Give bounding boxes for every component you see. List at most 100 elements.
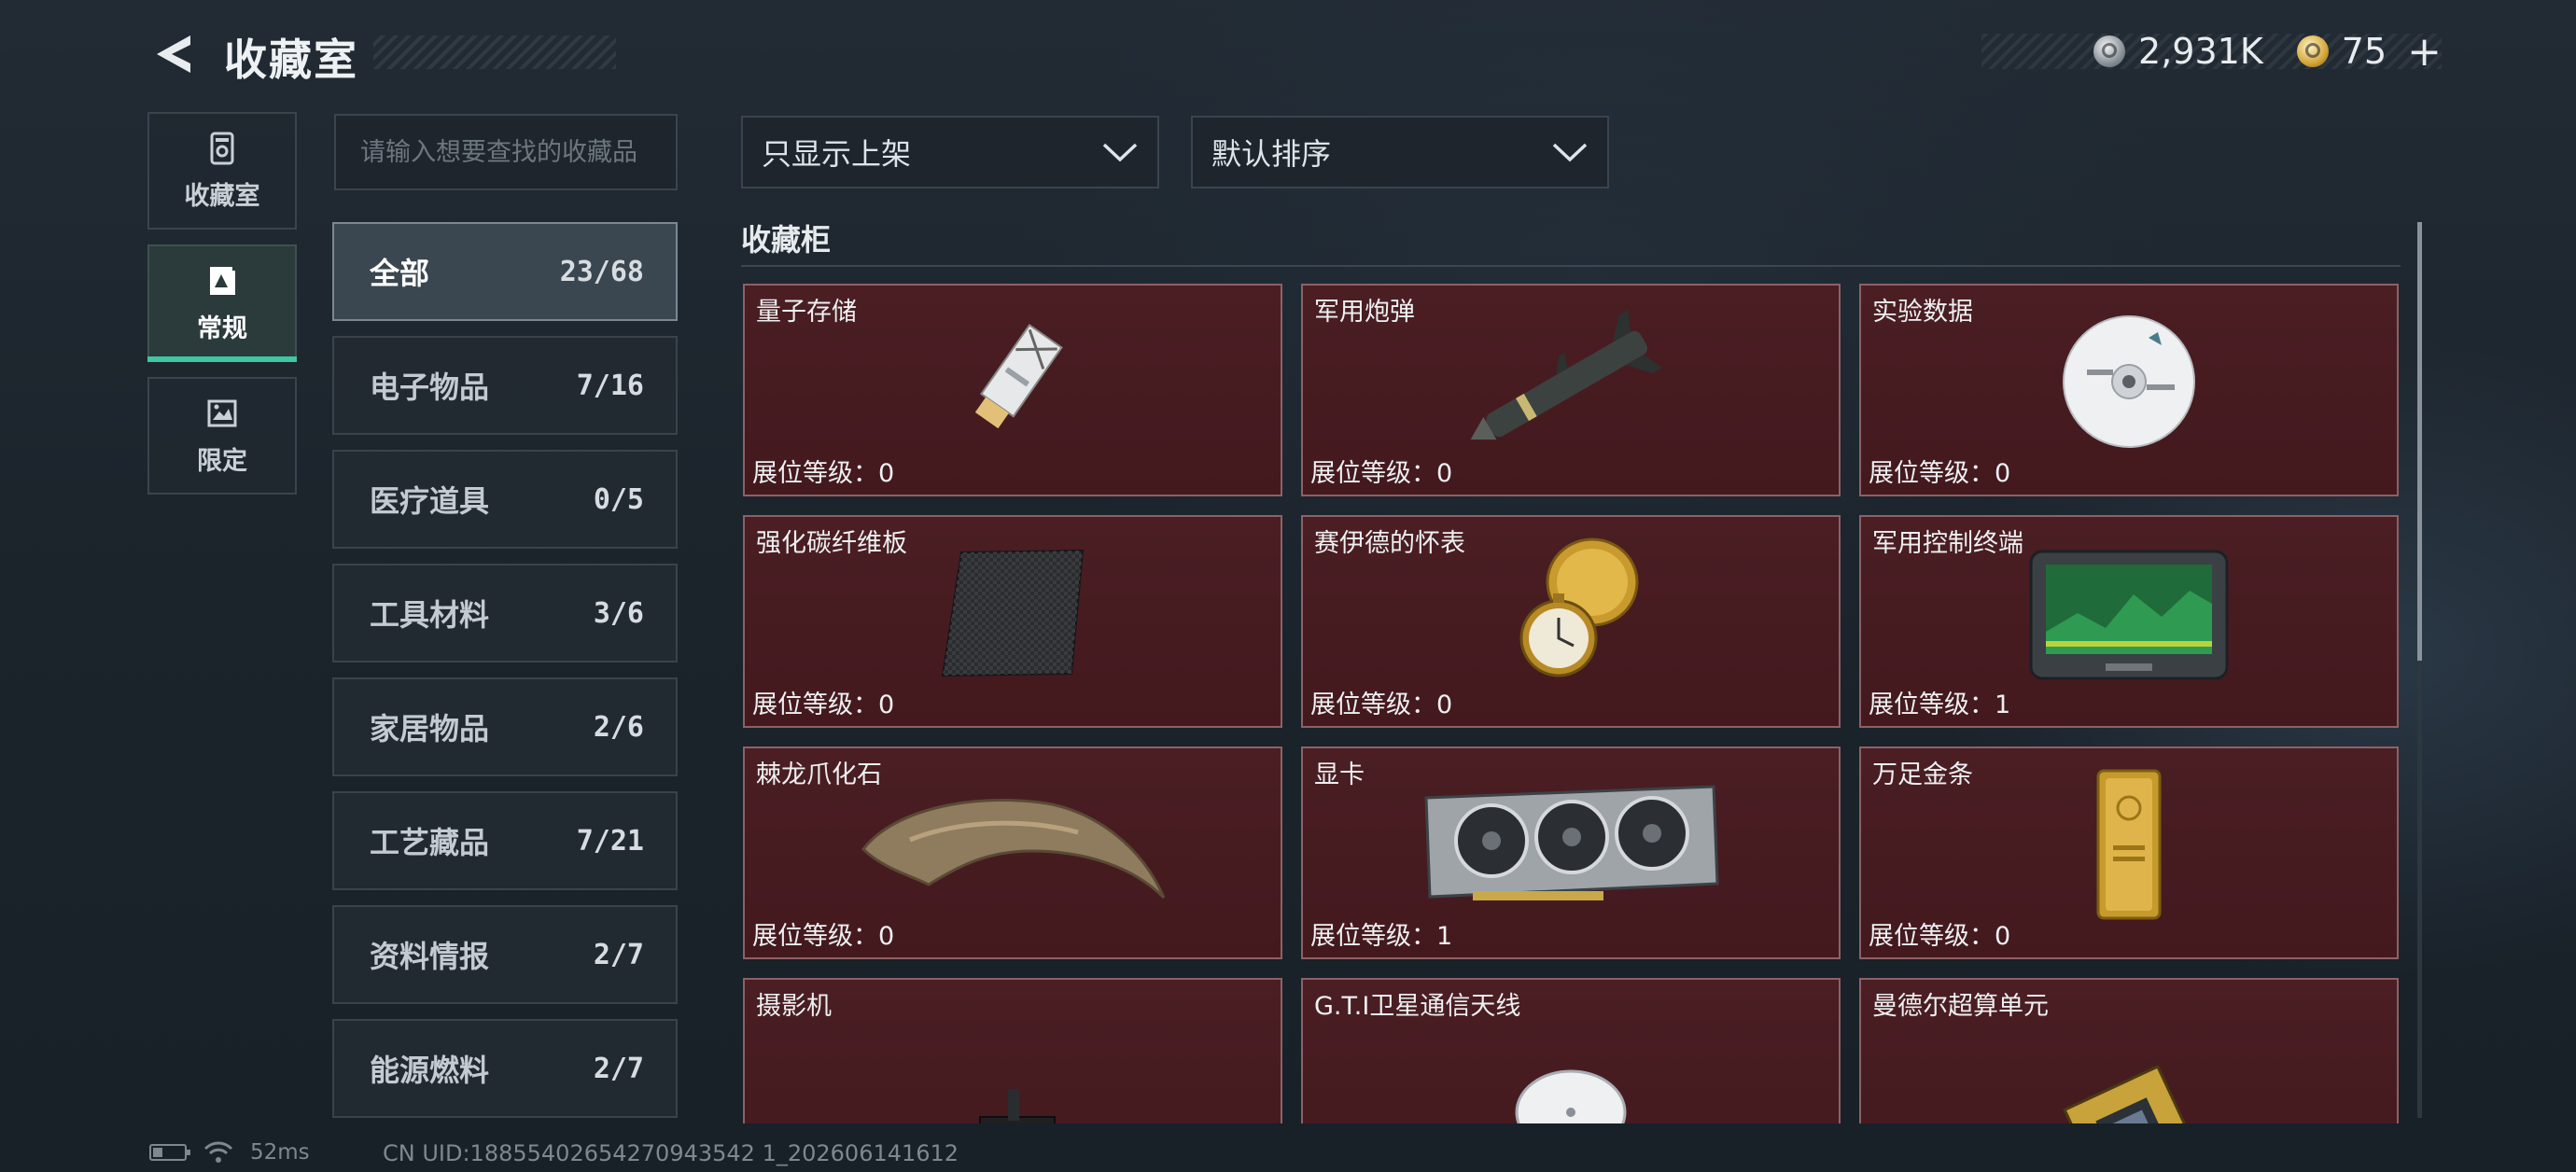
item-level: 展位等级：1	[1869, 691, 2011, 719]
item-name: 显卡	[1314, 760, 1365, 789]
camera-icon	[979, 1088, 1056, 1123]
shelf-filter-dropdown[interactable]: 只显示上架	[741, 116, 1159, 188]
military-shell-icon	[1470, 309, 1662, 440]
item-level: 展位等级：1	[1310, 922, 1453, 951]
regular-icon	[210, 266, 235, 295]
ping-value: 52ms	[250, 1140, 310, 1165]
item-card[interactable]: 赛伊德的怀表 展位等级：0	[1301, 515, 1841, 728]
category-count: 2/6	[593, 710, 644, 744]
category-label: 医疗道具	[370, 483, 490, 519]
category-count: 2/7	[593, 1052, 644, 1085]
item-name: 军用炮弹	[1314, 298, 1415, 327]
battery-icon	[149, 1144, 190, 1161]
category-tools[interactable]: 工具材料 3/6	[332, 564, 678, 663]
item-card[interactable]: 军用炮弹 展位等级：0	[1301, 284, 1841, 496]
category-household[interactable]: 家居物品 2/6	[332, 677, 678, 776]
item-level: 展位等级：0	[1869, 459, 2011, 488]
search-box[interactable]	[334, 114, 678, 190]
item-card[interactable]: 棘龙爪化石 展位等级：0	[743, 746, 1282, 959]
category-label: 能源燃料	[370, 1053, 490, 1088]
item-level: 展位等级：0	[752, 922, 895, 951]
collection-room-icon	[210, 132, 234, 164]
nav-collection-room[interactable]: 收藏室	[147, 112, 297, 230]
nav-limited[interactable]: 限定	[147, 377, 297, 495]
sort-dropdown[interactable]: 默认排序	[1191, 116, 1609, 188]
item-name: 强化碳纤维板	[756, 529, 907, 558]
nav-regular[interactable]: 常规	[147, 244, 297, 362]
silver-coin-icon	[2093, 35, 2126, 67]
item-card[interactable]: 实验数据 展位等级：0	[1859, 284, 2399, 496]
category-electronics[interactable]: 电子物品 7/16	[332, 336, 678, 435]
section-title: 收藏柜	[741, 222, 832, 258]
item-name: G.T.I卫星通信天线	[1314, 992, 1521, 1021]
item-level: 展位等级：0	[1310, 459, 1453, 488]
back-arrow-icon	[157, 35, 190, 73]
pocket-watch-icon	[1519, 537, 1639, 677]
category-label: 资料情报	[370, 939, 490, 974]
currency-bar: 2,931K 75 +	[1981, 28, 2442, 76]
nav-label: 常规	[197, 314, 247, 343]
scrollbar[interactable]	[2417, 222, 2422, 1118]
category-label: 工具材料	[370, 597, 490, 633]
category-medical[interactable]: 医疗道具 0/5	[332, 450, 678, 549]
item-card[interactable]: 军用控制终端 展位等级：1	[1859, 515, 2399, 728]
category-label: 工艺藏品	[370, 825, 490, 860]
back-button[interactable]	[149, 32, 198, 77]
satellite-antenna-icon	[1515, 1069, 1627, 1123]
category-count: 7/16	[576, 369, 644, 402]
item-name: 量子存储	[756, 298, 857, 327]
limited-icon	[207, 399, 237, 426]
gold-coin-icon	[2296, 35, 2329, 67]
supercomputer-unit-icon	[2063, 1065, 2199, 1123]
section-divider	[741, 265, 2401, 267]
item-name: 摄影机	[756, 992, 832, 1021]
category-count: 3/6	[593, 596, 644, 630]
item-name: 万足金条	[1872, 760, 1973, 789]
category-crafts[interactable]: 工艺藏品 7/21	[332, 791, 678, 890]
item-card[interactable]: 强化碳纤维板 展位等级：0	[743, 515, 1282, 728]
item-card[interactable]: 显卡 展位等级：1	[1301, 746, 1841, 959]
item-name: 赛伊德的怀表	[1314, 529, 1465, 558]
category-count: 7/21	[576, 824, 644, 858]
scrollbar-thumb[interactable]	[2417, 222, 2422, 661]
item-name: 曼德尔超算单元	[1872, 992, 2049, 1021]
user-uid: CN UID:18855402654270943542 1_2026061416…	[383, 1140, 959, 1166]
item-card[interactable]: G.T.I卫星通信天线	[1301, 978, 1841, 1123]
category-label: 家居物品	[370, 711, 490, 746]
item-name: 实验数据	[1872, 298, 1973, 327]
category-label: 电子物品	[370, 370, 490, 405]
item-card[interactable]: 万足金条 展位等级：0	[1859, 746, 2399, 959]
gold-bar-icon	[2096, 769, 2162, 920]
category-all[interactable]: 全部 23/68	[332, 222, 678, 321]
category-intel[interactable]: 资料情报 2/7	[332, 905, 678, 1004]
item-card[interactable]: 摄影机	[743, 978, 1282, 1123]
category-fuel[interactable]: 能源燃料 2/7	[332, 1019, 678, 1118]
title-decoration	[373, 35, 616, 69]
dropdown-value: 默认排序	[1211, 136, 1332, 172]
item-level: 展位等级：0	[1869, 922, 2011, 951]
item-level: 展位等级：0	[1310, 691, 1453, 719]
category-label: 全部	[370, 256, 430, 291]
graphics-card-icon	[1424, 785, 1719, 901]
category-count: 0/5	[593, 482, 644, 516]
quantum-storage-usb-icon	[974, 324, 1063, 429]
category-count: 2/7	[593, 938, 644, 971]
data-disc-icon	[2063, 315, 2195, 449]
item-card[interactable]: 量子存储 展位等级：0	[743, 284, 1282, 496]
chevron-down-icon	[1552, 143, 1588, 162]
status-bar: 52ms	[149, 1140, 310, 1165]
add-currency-button[interactable]: +	[2407, 28, 2442, 76]
item-level: 展位等级：0	[752, 459, 895, 488]
claw-fossil-icon	[861, 799, 1166, 900]
category-count: 23/68	[559, 255, 644, 288]
control-terminal-icon	[2029, 550, 2229, 680]
nav-label: 限定	[197, 446, 247, 476]
search-input[interactable]	[336, 116, 676, 188]
wifi-icon	[203, 1141, 233, 1163]
item-card[interactable]: 曼德尔超算单元	[1859, 978, 2399, 1123]
dropdown-value: 只显示上架	[762, 136, 912, 172]
page-title: 收藏室	[224, 35, 358, 85]
item-level: 展位等级：0	[752, 691, 895, 719]
collection-grid: 量子存储 展位等级：0 军用炮弹 展位等级：0 实验数据 展位等级：0 强化碳纤…	[743, 284, 2399, 1123]
gold-currency-value: 75	[2341, 31, 2387, 72]
